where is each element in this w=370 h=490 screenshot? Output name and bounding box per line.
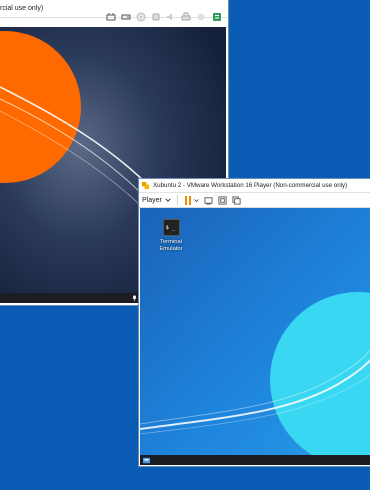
sound-card-icon[interactable] <box>166 12 176 22</box>
guest-screen-2[interactable]: $ _ Terminal Emulator <box>140 208 370 455</box>
window-2-title: Xubuntu 2 - VMware Workstation 16 Player… <box>153 182 348 189</box>
terminal-label-line-2: Emulator <box>159 246 183 252</box>
vmware-logo-icon <box>141 181 150 190</box>
display-icon[interactable] <box>196 12 206 22</box>
unity-mode-icon[interactable] <box>232 195 241 205</box>
terminal-icon: $ _ <box>162 219 180 236</box>
window-2-toolbar: Player <box>139 193 370 208</box>
message-log-icon[interactable] <box>212 12 222 22</box>
pause-dropdown-chevron-icon[interactable] <box>194 198 199 203</box>
player-menu-label: Player <box>142 196 162 204</box>
terminal-glyph: $ _ <box>165 225 176 231</box>
player-menu-button[interactable]: Player <box>142 197 171 204</box>
vmware-window-2: Xubuntu 2 - VMware Workstation 16 Player… <box>139 179 370 466</box>
terminal-emulator-desktop-icon[interactable]: $ _ Terminal Emulator <box>153 219 189 253</box>
send-ctrl-alt-del-icon[interactable] <box>204 196 213 205</box>
chevron-down-icon <box>165 198 171 202</box>
window-2-titlebar[interactable]: Xubuntu 2 - VMware Workstation 16 Player… <box>139 179 370 193</box>
cd-drive-icon[interactable] <box>136 12 146 22</box>
pause-icon[interactable] <box>184 195 192 205</box>
notification-bell-icon[interactable] <box>131 294 138 301</box>
terminal-emulator-label: Terminal Emulator <box>153 239 189 253</box>
usb-icon[interactable] <box>151 12 161 22</box>
printer-icon[interactable] <box>181 12 191 22</box>
fit-window-icon[interactable] <box>218 195 227 205</box>
window-1-toolbar <box>0 8 228 26</box>
guest-2-taskbar <box>140 455 370 465</box>
terminal-label-line-1: Terminal <box>160 239 182 245</box>
network-adapter-icon[interactable] <box>106 12 116 22</box>
toolbar-divider <box>176 195 178 205</box>
hard-disk-icon[interactable] <box>121 12 131 22</box>
start-menu-icon[interactable] <box>143 457 150 464</box>
